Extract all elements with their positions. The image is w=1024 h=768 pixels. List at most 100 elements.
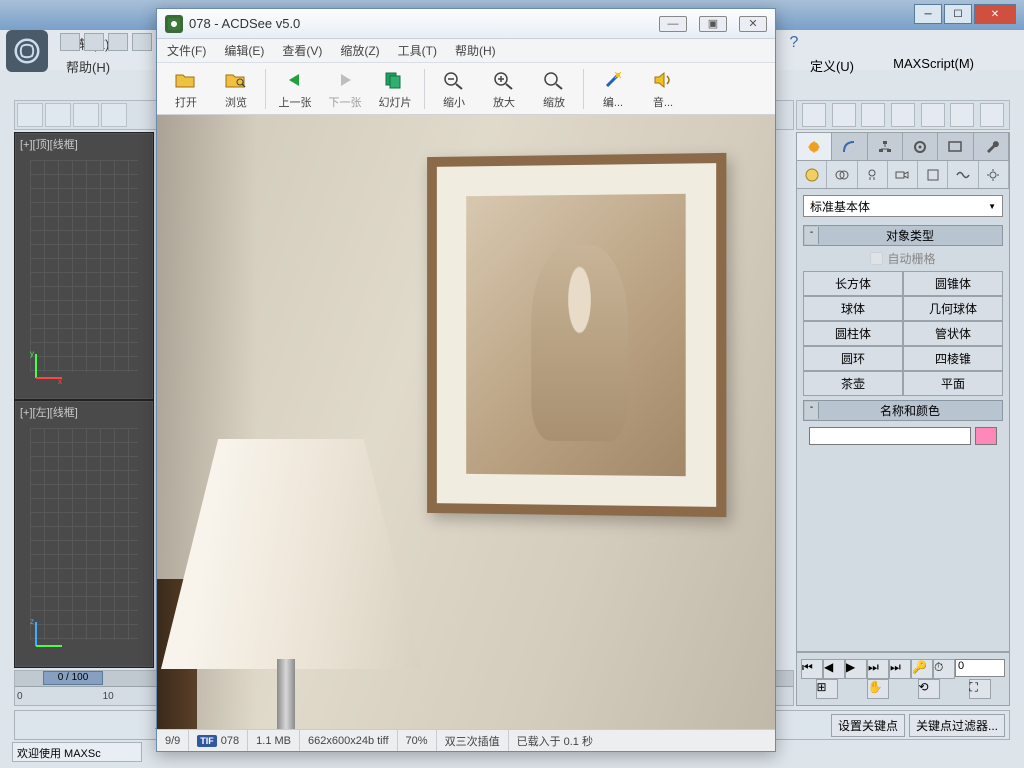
- acd-image-view[interactable]: [157, 115, 775, 729]
- link-icon[interactable]: [101, 103, 127, 127]
- acd-edit-button[interactable]: 编...: [592, 68, 634, 110]
- goto-end-icon[interactable]: ⏭: [889, 659, 911, 679]
- btn-cone[interactable]: 圆锥体: [903, 271, 1003, 296]
- wave-icon: [955, 167, 971, 183]
- object-color-swatch[interactable]: [975, 427, 997, 445]
- primitive-buttons: 长方体 圆锥体 球体 几何球体 圆柱体 管状体 圆环 四棱锥 茶壶 平面: [803, 271, 1003, 396]
- systems-tab[interactable]: [979, 161, 1009, 188]
- btn-pyramid[interactable]: 四棱锥: [903, 346, 1003, 371]
- move-icon[interactable]: [73, 103, 99, 127]
- svg-text:x: x: [58, 377, 62, 386]
- material-editor-icon[interactable]: [861, 103, 885, 127]
- acd-menu-zoom[interactable]: 缩放(Z): [336, 40, 383, 61]
- create-tab[interactable]: [797, 133, 832, 160]
- acd-prev-button[interactable]: 上一张: [274, 68, 316, 110]
- viewport-top[interactable]: [+][顶][线框] xy: [15, 133, 153, 399]
- acd-close-button[interactable]: ✕: [739, 16, 767, 32]
- open-icon[interactable]: [84, 33, 104, 51]
- undo-icon[interactable]: [132, 33, 152, 51]
- max-menu-help[interactable]: 帮助(H): [54, 55, 122, 78]
- autogrid-checkbox[interactable]: 自动栅格: [803, 246, 1003, 271]
- save-icon[interactable]: [108, 33, 128, 51]
- object-name-input[interactable]: [809, 427, 971, 445]
- acd-sound-button[interactable]: 音...: [642, 68, 684, 110]
- btn-geosphere[interactable]: 几何球体: [903, 296, 1003, 321]
- timeline-marker[interactable]: 0 / 100: [43, 671, 103, 685]
- max-maximize-button[interactable]: ☐: [944, 4, 972, 24]
- lights-tab[interactable]: [858, 161, 888, 188]
- zoom-extents-icon[interactable]: ⛶: [969, 679, 991, 699]
- max-app-icon[interactable]: [6, 30, 48, 72]
- schematic-icon[interactable]: [921, 103, 945, 127]
- set-key-button[interactable]: 设置关键点: [831, 714, 905, 737]
- btn-box[interactable]: 长方体: [803, 271, 903, 296]
- section-object-type[interactable]: - 对象类型: [803, 225, 1003, 246]
- acd-titlebar[interactable]: 078 - ACDSee v5.0 — ▣ ✕: [157, 9, 775, 39]
- welcome-label: 欢迎使用 MAXSc: [12, 742, 142, 762]
- section-name-color[interactable]: - 名称和颜色: [803, 400, 1003, 421]
- max-minimize-button[interactable]: ─: [914, 4, 942, 24]
- acd-menu-view[interactable]: 查看(V): [278, 40, 326, 61]
- play-icon[interactable]: ▶: [845, 659, 867, 679]
- btn-plane[interactable]: 平面: [903, 371, 1003, 396]
- acd-zoomin-button[interactable]: 放大: [483, 68, 525, 110]
- acd-open-button[interactable]: 打开: [165, 68, 207, 110]
- frame-field[interactable]: 0: [955, 659, 1005, 677]
- acd-slideshow-button[interactable]: 幻灯片: [374, 68, 416, 110]
- autogrid-label: 自动栅格: [887, 250, 935, 267]
- geometry-tab[interactable]: [797, 161, 827, 188]
- acd-menu-help[interactable]: 帮助(H): [451, 40, 500, 61]
- sphere-icon: [804, 167, 820, 183]
- viewport-left-label: [+][左][线框]: [20, 404, 78, 420]
- cameras-tab[interactable]: [888, 161, 918, 188]
- teapot-render-icon[interactable]: [980, 103, 1004, 127]
- select-all-icon[interactable]: [45, 103, 71, 127]
- max-menu-maxscript[interactable]: MAXScript(M): [893, 56, 974, 71]
- goto-start-icon[interactable]: ⏮: [801, 659, 823, 679]
- select-region-icon[interactable]: [17, 103, 43, 127]
- viewport-top-label: [+][顶][线框]: [20, 136, 78, 152]
- acd-browse-button[interactable]: 浏览: [215, 68, 257, 110]
- btn-teapot[interactable]: 茶壶: [803, 371, 903, 396]
- render-icon[interactable]: [950, 103, 974, 127]
- motion-tab[interactable]: [903, 133, 938, 160]
- acd-menu-tools[interactable]: 工具(T): [394, 40, 441, 61]
- new-icon[interactable]: [60, 33, 80, 51]
- viewport-nav-icon[interactable]: ⊞: [816, 679, 838, 699]
- acd-menu-edit[interactable]: 编辑(E): [220, 40, 268, 61]
- orbit-icon[interactable]: ⟲: [918, 679, 940, 699]
- btn-cylinder[interactable]: 圆柱体: [803, 321, 903, 346]
- acd-zoom-button[interactable]: 缩放: [533, 68, 575, 110]
- btn-torus[interactable]: 圆环: [803, 346, 903, 371]
- acd-maximize-button[interactable]: ▣: [699, 16, 727, 32]
- gear-icon: [985, 167, 1001, 183]
- acd-zoomout-button[interactable]: 缩小: [433, 68, 475, 110]
- render-setup-icon[interactable]: [802, 103, 826, 127]
- shapes-tab[interactable]: [827, 161, 857, 188]
- prev-frame-icon[interactable]: ◀: [823, 659, 845, 679]
- spacewarps-tab[interactable]: [948, 161, 978, 188]
- key-filters-button[interactable]: 关键点过滤器...: [909, 714, 1005, 737]
- btn-tube[interactable]: 管状体: [903, 321, 1003, 346]
- autogrid-check[interactable]: [870, 252, 883, 265]
- acd-menu-file[interactable]: 文件(F): [163, 40, 210, 61]
- pan-icon[interactable]: ✋: [867, 679, 889, 699]
- help-icon[interactable]: ?: [784, 34, 804, 54]
- key-mode-icon[interactable]: 🔑: [911, 659, 933, 679]
- hierarchy-tab[interactable]: [868, 133, 903, 160]
- btn-sphere[interactable]: 球体: [803, 296, 903, 321]
- primitive-category-dropdown[interactable]: 标准基本体 ▼: [803, 195, 1003, 217]
- acd-minimize-button[interactable]: —: [659, 16, 687, 32]
- render-frame-icon[interactable]: [832, 103, 856, 127]
- viewport-left[interactable]: [+][左][线框] z: [15, 401, 153, 667]
- curve-editor-icon[interactable]: [891, 103, 915, 127]
- helpers-tab[interactable]: [918, 161, 948, 188]
- next-frame-icon[interactable]: ⏭: [867, 659, 889, 679]
- max-close-button[interactable]: ✕: [974, 4, 1016, 24]
- time-config-icon[interactable]: ⏱: [933, 659, 955, 679]
- display-tab[interactable]: [938, 133, 973, 160]
- modify-tab[interactable]: [832, 133, 867, 160]
- max-menu-customize[interactable]: 定义(U): [810, 56, 854, 75]
- acd-next-button[interactable]: 下一张: [324, 68, 366, 110]
- utilities-tab[interactable]: [974, 133, 1009, 160]
